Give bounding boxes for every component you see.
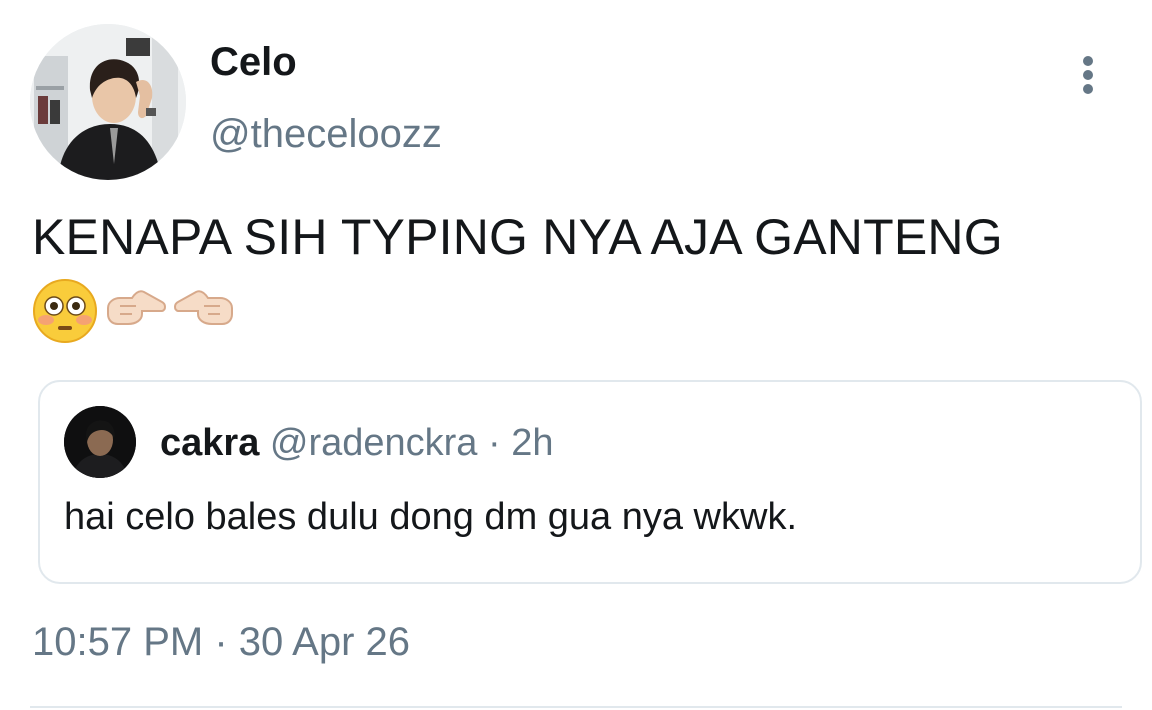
author-handle[interactable]: @theceloozz [210, 110, 442, 158]
tweet-timestamp[interactable]: 10:57 PM · 30 Apr 26 [32, 618, 410, 666]
flushed-face-emoji [33, 279, 97, 343]
pointing-left-emoji [174, 290, 233, 325]
quoted-separator: · [488, 422, 501, 464]
quoted-author-name[interactable]: cakra [160, 422, 259, 464]
quoted-author-photo [64, 406, 136, 478]
pointing-right-emoji [107, 290, 166, 325]
quoted-time[interactable]: 2h [511, 422, 553, 464]
author-name[interactable]: Celo [210, 38, 297, 86]
author-avatar[interactable] [30, 24, 186, 180]
quoted-tweet-text: hai celo bales dulu dong dm gua nya wkwk… [64, 496, 798, 538]
more-vertical-icon [1083, 56, 1093, 94]
author-photo [30, 24, 186, 180]
more-options-button[interactable] [1068, 52, 1108, 98]
tweet-text: KENAPA SIH TYPING NYA AJA GANTENG [32, 209, 1003, 265]
quoted-tweet-card[interactable]: cakra @radenckra · 2h hai celo bales dul… [38, 380, 1142, 584]
quoted-header: cakra @radenckra · 2h [160, 420, 554, 466]
emoji-row [32, 276, 238, 346]
divider [30, 706, 1122, 708]
quoted-author-avatar[interactable] [64, 406, 136, 478]
quoted-author-handle[interactable]: @radenckra [270, 422, 478, 464]
tweet: Celo @theceloozz KENAPA SIH TYPING NYA A… [0, 0, 1152, 710]
